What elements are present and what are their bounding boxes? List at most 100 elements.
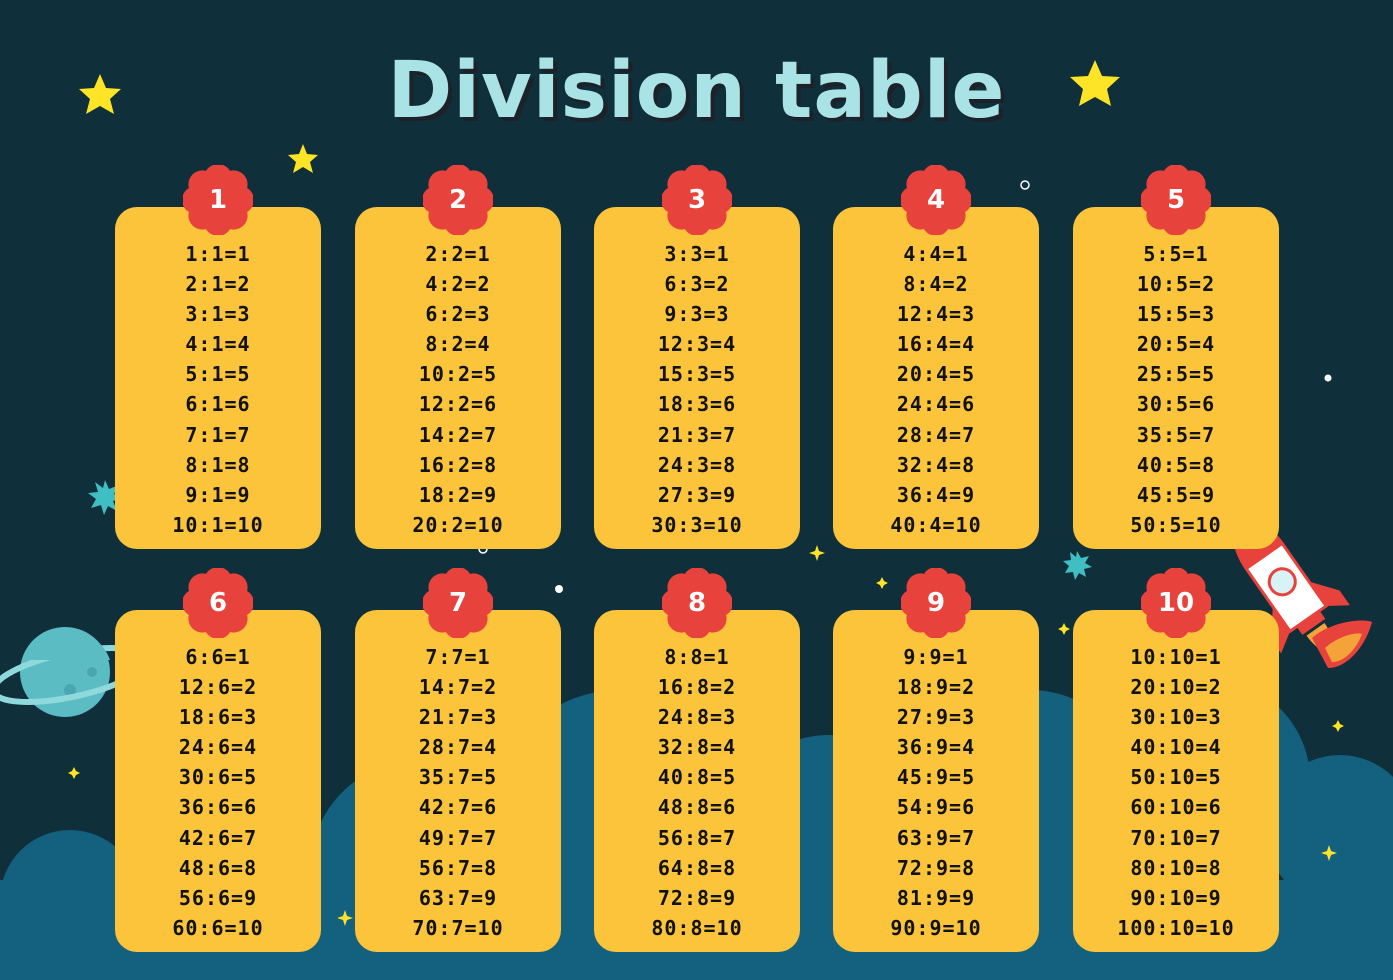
equation-row: 18:9=2 (896, 675, 976, 700)
equation-row: 42:7=6 (418, 795, 498, 820)
equation-row: 8:8=1 (664, 645, 730, 669)
equation-row: 15:3=5 (657, 362, 737, 387)
equation-row: 64:8=8 (657, 855, 737, 880)
equation-row: 15:5=3 (1136, 302, 1216, 327)
badge-number: 1 (208, 185, 228, 215)
equation-row: 12:3=4 (657, 332, 737, 357)
equation-row: 20:2=10 (412, 512, 504, 537)
table-card-6: 6 6:6=1 12:6=2 18:6=3 24:6=4 30:6=5 36:6=6 42:6… (115, 568, 321, 952)
equation-row: 28:4=7 (896, 422, 976, 447)
table-card-10: 10 10:10=1 20:10=2 30:10=3 40:10=4 50:10=5 60:… (1073, 568, 1279, 952)
table-card-1: 1 1:1=1 2:1=2 3:1=3 4:1=4 5:1=5 6:1=6 7:1=7 8:1=… (115, 165, 321, 549)
equation-row: 24:4=6 (896, 392, 976, 417)
equation-row: 14:7=2 (418, 675, 498, 700)
equation-row: 45:5=9 (1136, 482, 1216, 507)
flower-badge: 10 (1141, 568, 1211, 638)
equation-row: 16:8=2 (657, 675, 737, 700)
equation-row: 30:5=6 (1136, 392, 1216, 417)
equation-row: 2:1=2 (185, 272, 251, 297)
equation-list: 8:8=1 16:8=2 24:8=3 32:8=4 40:8=5 48:8=6 56:8=… (594, 642, 800, 943)
equation-row: 12:4=3 (896, 302, 976, 327)
equation-row: 10:1=10 (172, 512, 264, 537)
equation-row: 45:9=5 (896, 765, 976, 790)
flower-badge: 5 (1141, 165, 1211, 235)
equation-row: 30:10=3 (1130, 705, 1222, 730)
equation-row: 12:6=2 (178, 675, 258, 700)
flower-badge: 9 (901, 568, 971, 638)
equation-row: 12:2=6 (418, 392, 498, 417)
equation-list: 10:10=1 20:10=2 30:10=3 40:10=4 50:10=5 60:10… (1073, 642, 1279, 943)
equation-list: 7:7=1 14:7=2 21:7=3 28:7=4 35:7=5 42:7=6 49:7=… (355, 642, 561, 943)
equation-row: 80:10=8 (1130, 855, 1222, 880)
equation-row: 32:4=8 (896, 452, 976, 477)
badge-number: 7 (448, 588, 468, 618)
equation-row: 10:10=1 (1130, 645, 1222, 669)
equation-row: 90:10=9 (1130, 885, 1222, 910)
equation-row: 16:2=8 (418, 452, 498, 477)
equation-row: 63:9=7 (896, 825, 976, 850)
equation-row: 40:4=10 (890, 512, 982, 537)
equation-row: 60:10=6 (1130, 795, 1222, 820)
equation-row: 8:1=8 (185, 452, 251, 477)
flower-badge: 3 (662, 165, 732, 235)
equation-row: 90:9=10 (890, 915, 982, 940)
flower-badge: 2 (423, 165, 493, 235)
equation-row: 72:9=8 (896, 855, 976, 880)
equation-row: 8:2=4 (425, 332, 491, 357)
equation-row: 4:2=2 (425, 272, 491, 297)
equation-row: 5:1=5 (185, 362, 251, 387)
equation-row: 32:8=4 (657, 735, 737, 760)
table-card-9: 9 9:9=1 18:9=2 27:9=3 36:9=4 45:9=5 54:9=6 63:9… (833, 568, 1039, 952)
equation-row: 7:7=1 (425, 645, 491, 669)
equation-row: 10:2=5 (418, 362, 498, 387)
equation-row: 14:2=7 (418, 422, 498, 447)
equation-row: 3:1=3 (185, 302, 251, 327)
equation-row: 80:8=10 (651, 915, 743, 940)
equation-row: 6:1=6 (185, 392, 251, 417)
badge-number: 8 (687, 588, 707, 618)
equation-row: 3:3=1 (664, 242, 730, 266)
equation-row: 54:9=6 (896, 795, 976, 820)
equation-list: 4:4=1 8:4=2 12:4=3 16:4=4 20:4=5 24:4=6 28:4=7… (833, 239, 1039, 540)
equation-row: 40:5=8 (1136, 452, 1216, 477)
equation-row: 27:9=3 (896, 705, 976, 730)
equation-row: 10:5=2 (1136, 272, 1216, 297)
equation-row: 50:10=5 (1130, 765, 1222, 790)
equation-row: 21:7=3 (418, 705, 498, 730)
equation-row: 9:3=3 (664, 302, 730, 327)
equation-row: 4:1=4 (185, 332, 251, 357)
equation-row: 48:8=6 (657, 795, 737, 820)
equation-row: 100:10=10 (1117, 915, 1235, 940)
equation-row: 49:7=7 (418, 825, 498, 850)
equation-list: 9:9=1 18:9=2 27:9=3 36:9=4 45:9=5 54:9=6 63:9=… (833, 642, 1039, 943)
equation-row: 36:9=4 (896, 735, 976, 760)
equation-row: 42:6=7 (178, 825, 258, 850)
equation-row: 20:4=5 (896, 362, 976, 387)
flower-badge: 4 (901, 165, 971, 235)
equation-row: 6:6=1 (185, 645, 251, 669)
equation-list: 2:2=1 4:2=2 6:2=3 8:2=4 10:2=5 12:2=6 14:2=7 16… (355, 239, 561, 540)
equation-row: 24:3=8 (657, 452, 737, 477)
flower-badge: 8 (662, 568, 732, 638)
badge-number: 6 (208, 588, 228, 618)
equation-row: 35:5=7 (1136, 422, 1216, 447)
equation-row: 50:5=10 (1130, 512, 1222, 537)
equation-row: 8:4=2 (903, 272, 969, 297)
table-card-4: 4 4:4=1 8:4=2 12:4=3 16:4=4 20:4=5 24:4=6 28:4=… (833, 165, 1039, 549)
table-card-8: 8 8:8=1 16:8=2 24:8=3 32:8=4 40:8=5 48:8=6 56:8… (594, 568, 800, 952)
equation-row: 56:7=8 (418, 855, 498, 880)
badge-number: 4 (926, 185, 946, 215)
equation-row: 48:6=8 (178, 855, 258, 880)
equation-row: 5:5=1 (1143, 242, 1209, 266)
equation-row: 81:9=9 (896, 885, 976, 910)
table-card-2: 2 2:2=1 4:2=2 6:2=3 8:2=4 10:2=5 12:2=6 14:2=7 1… (355, 165, 561, 549)
table-card-3: 3 3:3=1 6:3=2 9:3=3 12:3=4 15:3=5 18:3=6 21:3=7… (594, 165, 800, 549)
equation-row: 36:6=6 (178, 795, 258, 820)
equation-row: 56:8=7 (657, 825, 737, 850)
table-card-7: 7 7:7=1 14:7=2 21:7=3 28:7=4 35:7=5 42:7=6 49:7… (355, 568, 561, 952)
flower-badge: 6 (183, 568, 253, 638)
equation-row: 21:3=7 (657, 422, 737, 447)
equation-row: 6:2=3 (425, 302, 491, 327)
equation-row: 6:3=2 (664, 272, 730, 297)
equation-row: 36:4=9 (896, 482, 976, 507)
